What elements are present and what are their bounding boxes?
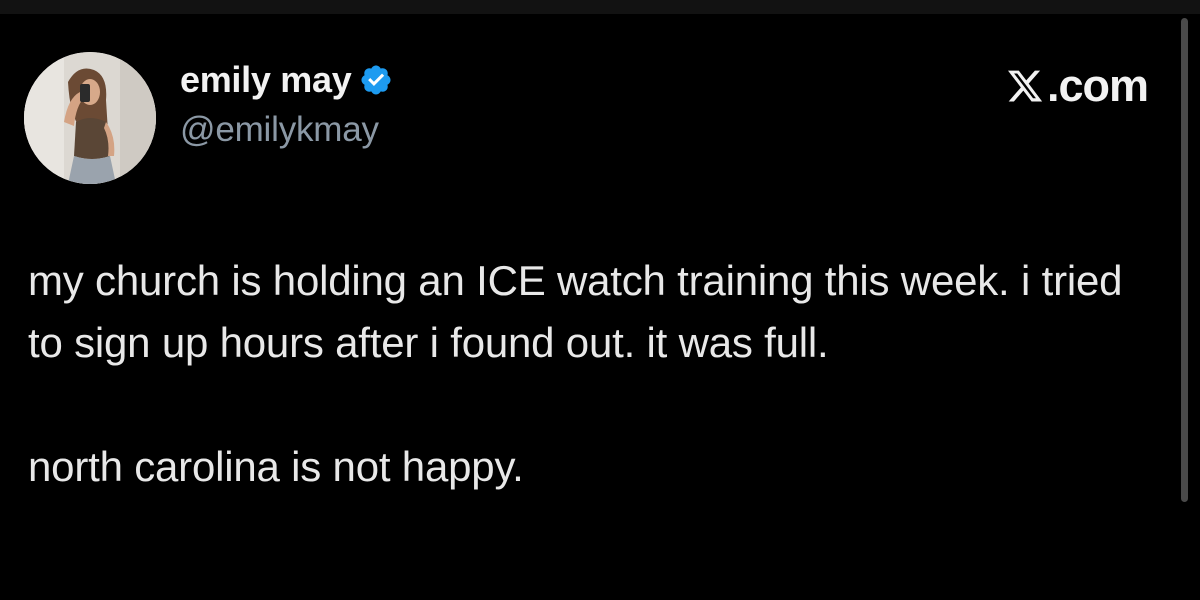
x-logo-icon: [1005, 67, 1045, 105]
tweet-text: my church is holding an ICE watch traini…: [28, 250, 1148, 498]
tweet-paragraph-2: north carolina is not happy.: [28, 443, 524, 490]
tweet-paragraph-1: my church is holding an ICE watch traini…: [28, 257, 1123, 366]
avatar[interactable]: [24, 52, 156, 184]
top-strip: [0, 0, 1200, 14]
brand-domain-text: .com: [1046, 60, 1149, 111]
display-name[interactable]: emily may: [180, 59, 352, 101]
brand-watermark: .com: [1005, 60, 1149, 111]
verified-badge-icon: [359, 63, 393, 97]
tweet-card: emily may @emilykmay .com my church is h…: [0, 14, 1200, 600]
author-name-row[interactable]: emily may: [180, 58, 393, 102]
profile-photo: [24, 52, 156, 184]
author-handle[interactable]: @emilykmay: [180, 110, 379, 150]
